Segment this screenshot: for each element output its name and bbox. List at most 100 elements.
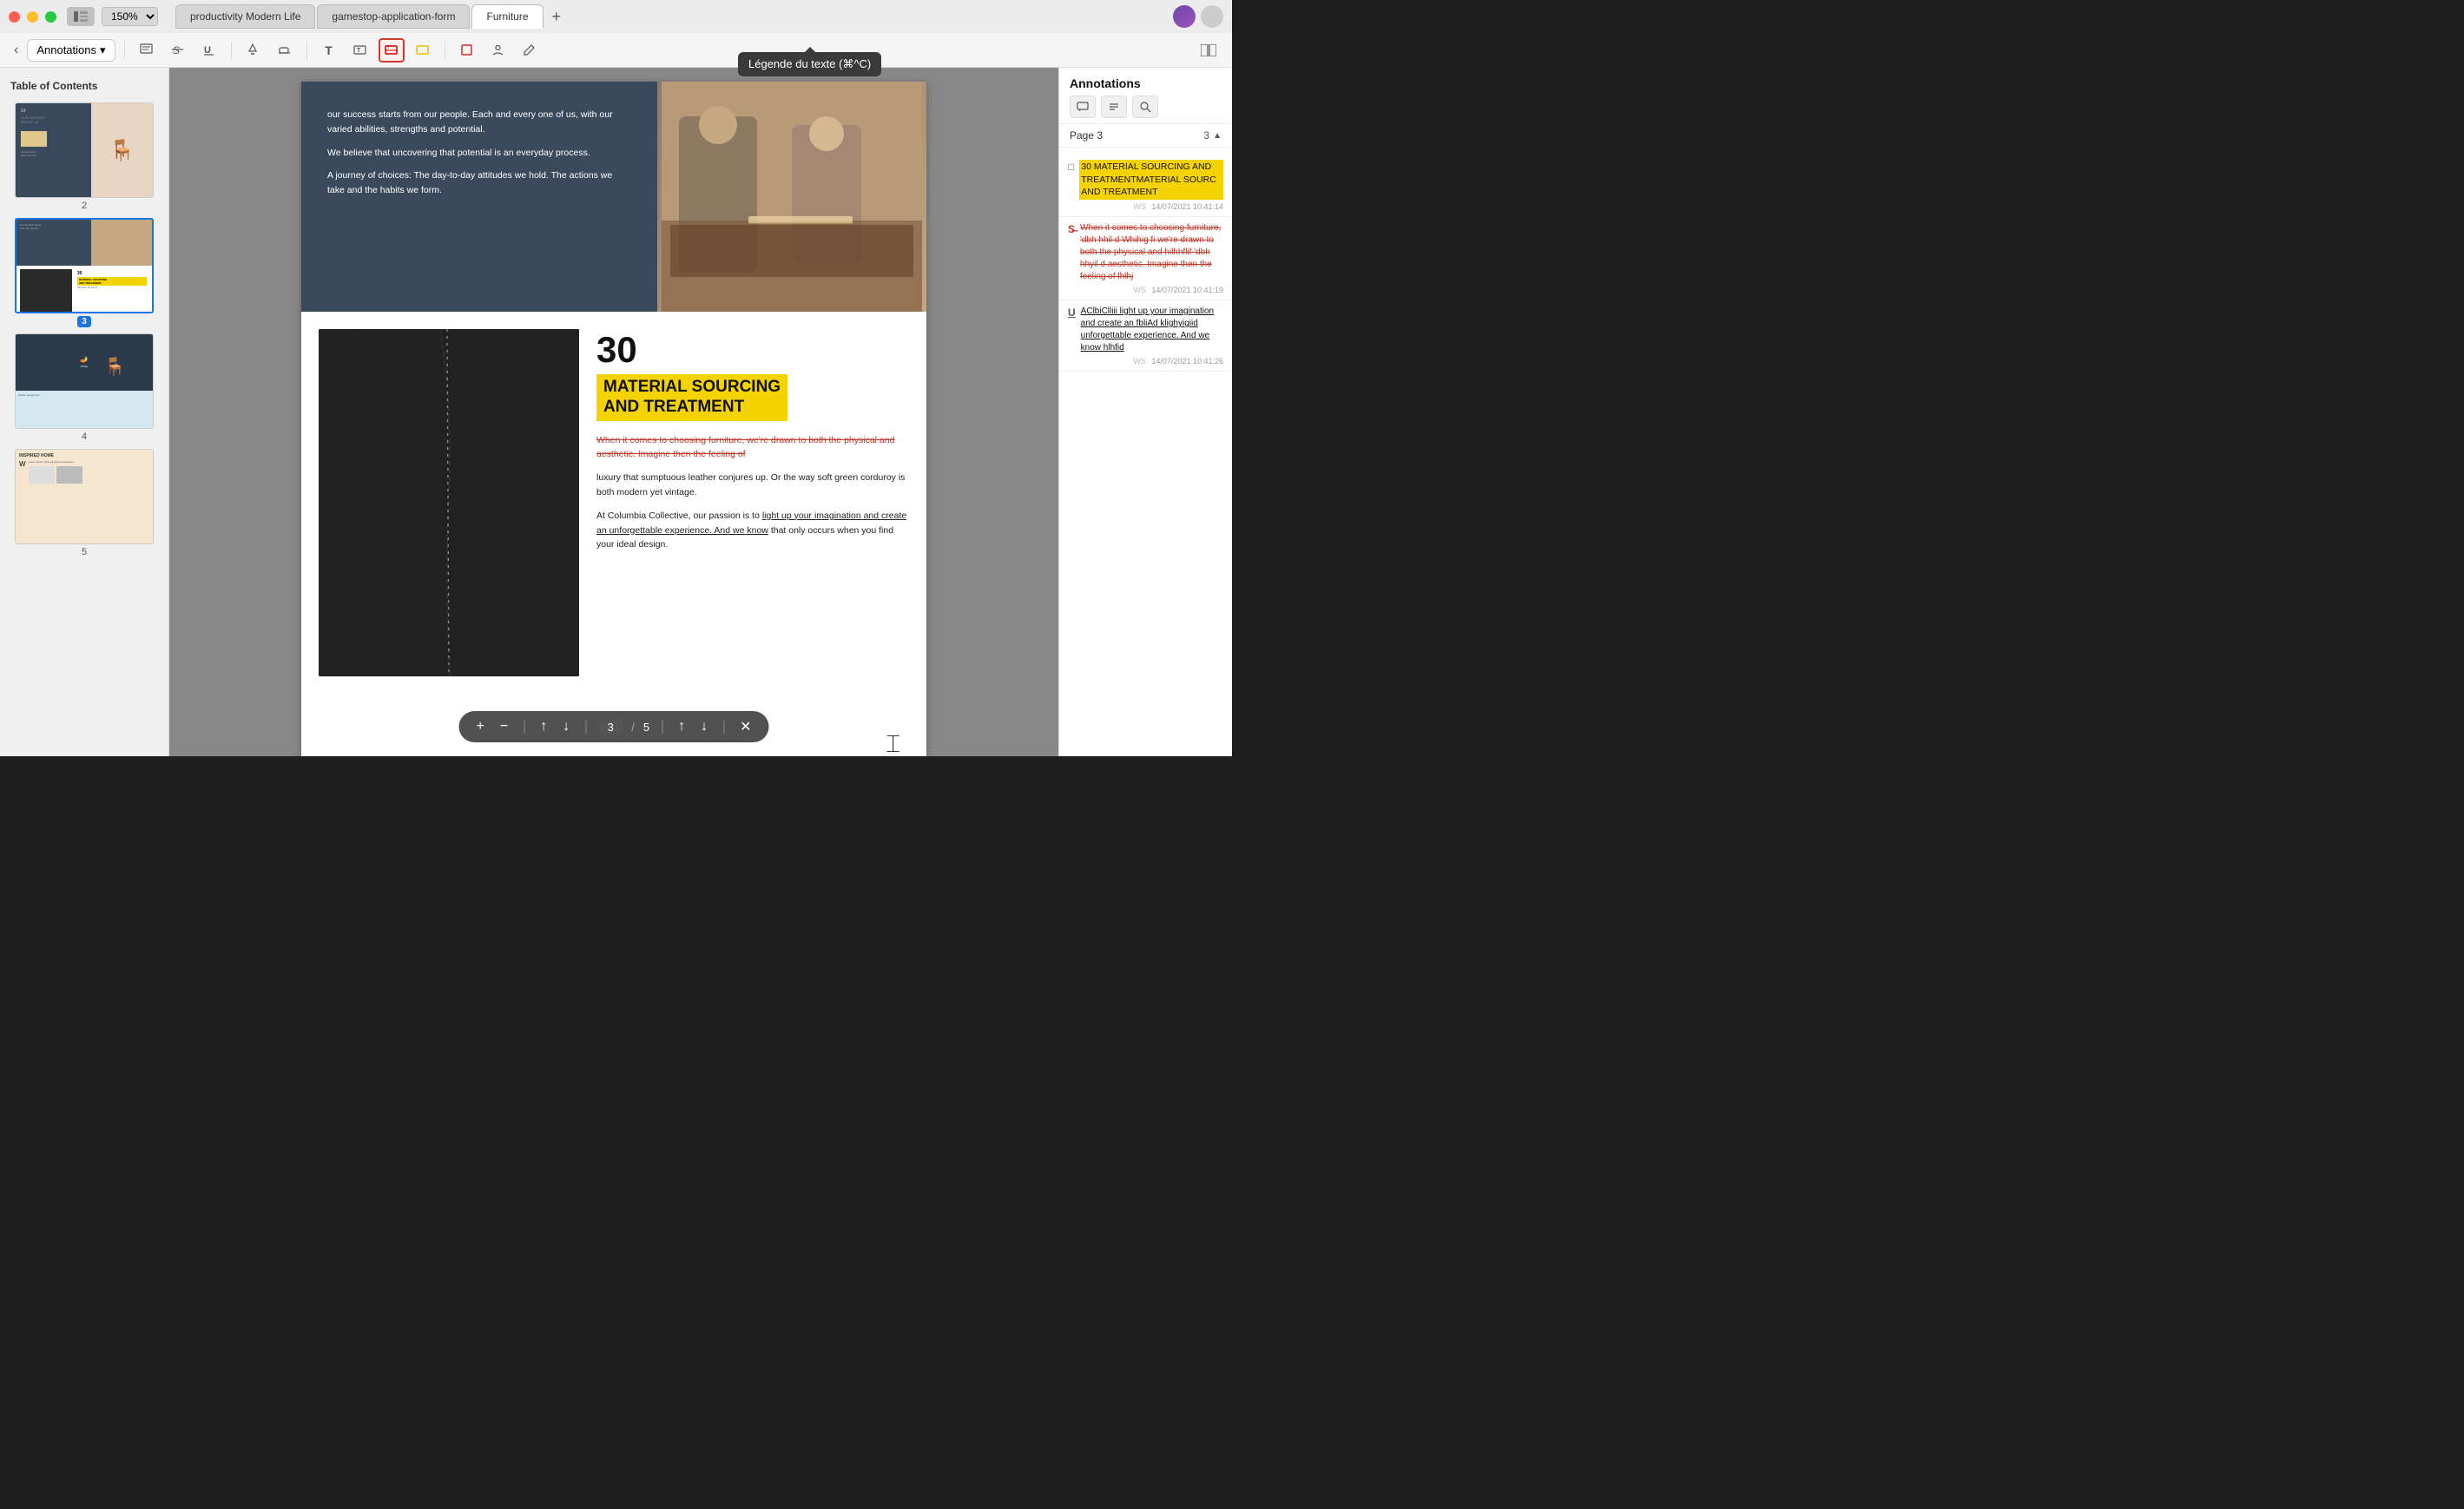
top-text-1: our success starts from our people. Each…: [327, 108, 631, 137]
page-number-display: 30: [596, 329, 909, 371]
annotation-item-1[interactable]: □ 30 MATERIAL SOURCING AND TREATMENTMATE…: [1059, 155, 1232, 217]
tab-productivity[interactable]: productivity Modern Life: [175, 4, 315, 29]
caption-button[interactable]: T: [379, 38, 405, 63]
toolbar: ‹ Annotations ▾ S U T T T: [0, 33, 1232, 68]
page-input[interactable]: [598, 720, 623, 735]
svg-text:S: S: [173, 44, 180, 56]
pen-button[interactable]: [517, 38, 543, 63]
annotations-toolbar: [1070, 96, 1222, 118]
sticky-note-button[interactable]: [134, 38, 160, 63]
sidebar-item-page2[interactable]: 24 OUR HISTORYABOUT US Lorem ipsumdolor …: [0, 99, 168, 214]
person-button[interactable]: [485, 38, 511, 63]
annotation-item-3[interactable]: U AClbiClliii light up your imagination …: [1059, 300, 1232, 372]
sidebar-title: Table of Contents: [0, 75, 168, 99]
tab-gamestop[interactable]: gamestop-application-form: [317, 4, 470, 29]
sidebar: Table of Contents 24 OUR HISTORYABOUT US…: [0, 68, 169, 756]
close-nav-button[interactable]: ✕: [736, 716, 754, 737]
tooltip: Légende du texte (⌘^C): [738, 52, 881, 76]
titlebar: 150% 100% 200% productivity Modern Life …: [0, 0, 1232, 33]
nav-divider-2: [585, 720, 586, 734]
highlight-button[interactable]: [240, 38, 267, 63]
page5-number: 5: [82, 547, 87, 557]
ann-meta-2: WS 14/07/2021 10:41:19: [1068, 286, 1223, 294]
page-body: When it comes to choosing furniture, we'…: [596, 433, 909, 553]
tab-bar: productivity Modern Life gamestop-applic…: [175, 4, 1173, 29]
page3-badge: 3: [77, 316, 91, 326]
nav-separator: /: [631, 721, 635, 734]
svg-text:T: T: [357, 48, 361, 54]
sidebar-toggle-button[interactable]: [67, 7, 95, 26]
annotations-panel: Annotations Page 3 3 ▲: [1058, 68, 1232, 756]
separator-1: [124, 41, 125, 60]
ann-comment-button[interactable]: [1070, 96, 1096, 118]
underline-icon-3: U: [1068, 306, 1076, 319]
ann-search-button[interactable]: [1132, 96, 1158, 118]
cursor-symbol: ⌶: [886, 730, 900, 756]
page-top-left-text: our success starts from our people. Each…: [301, 82, 657, 312]
body-text-1: luxury that sumptuous leather conjures u…: [596, 471, 909, 500]
sidebar-item-page3[interactable]: our success startsfrom our people 30 MAT…: [0, 214, 168, 330]
ann-text-2: When it comes to choosing furniture, 'db…: [1080, 222, 1223, 283]
content-area: our success starts from our people. Each…: [169, 68, 1058, 756]
thumb-page2: 24 OUR HISTORYABOUT US Lorem ipsumdolor …: [15, 102, 154, 198]
page-heading: MATERIAL SOURCING AND TREATMENT: [596, 374, 787, 421]
prev-page-button[interactable]: ↑: [675, 717, 688, 736]
ann-meta-3: WS 14/07/2021 10:41:26: [1068, 357, 1223, 366]
annotations-label: Annotations: [36, 43, 96, 56]
annotations-header: Annotations: [1059, 68, 1232, 124]
minimize-button[interactable]: [27, 11, 38, 23]
tab-furniture[interactable]: Furniture: [471, 4, 543, 29]
page-view: our success starts from our people. Each…: [301, 82, 926, 756]
body-text-2: At Columbia Collective, our passion is t…: [596, 509, 909, 552]
back-button[interactable]: ‹: [10, 39, 22, 62]
zoom-out-button[interactable]: −: [497, 717, 511, 736]
annotations-page-label: Page 3: [1070, 129, 1103, 142]
avatar-secondary[interactable]: [1201, 5, 1223, 28]
close-button[interactable]: [9, 11, 20, 23]
ann-text-1: 30 MATERIAL SOURCING AND TREATMENTMATERI…: [1079, 160, 1223, 200]
page-top-section: our success starts from our people. Each…: [301, 82, 926, 312]
svg-text:T: T: [387, 45, 390, 50]
dropdown-arrow-icon: ▾: [100, 43, 106, 57]
people-photo: [657, 82, 926, 312]
top-text-3: A journey of choices: The day-to-day att…: [327, 168, 631, 198]
strikethrough-button[interactable]: S: [165, 38, 191, 63]
annotation-item-2[interactable]: S̶ When it comes to choosing furniture, …: [1059, 217, 1232, 300]
page-navigation: + − ↑ ↓ / 5 ↑ ↓ ✕: [459, 711, 769, 742]
text-button[interactable]: T: [316, 38, 342, 63]
maximize-button[interactable]: [45, 11, 56, 23]
split-view-button[interactable]: [1196, 38, 1222, 63]
sidebar-item-page5[interactable]: INSPIRED HOME W Lorem ipsum dolor sit am…: [0, 445, 168, 561]
page2-number: 2: [82, 201, 87, 211]
zoom-select[interactable]: 150% 100% 200%: [102, 7, 158, 26]
text-box-button[interactable]: T: [347, 38, 373, 63]
color-button[interactable]: [410, 38, 436, 63]
highlight-icon-1: □: [1068, 161, 1074, 173]
scroll-up-button[interactable]: ↑: [537, 717, 550, 736]
ann-list-button[interactable]: [1101, 96, 1127, 118]
erase-button[interactable]: [272, 38, 298, 63]
annotations-dropdown[interactable]: Annotations ▾: [27, 39, 115, 62]
nav-divider-4: [723, 720, 724, 734]
add-tab-button[interactable]: +: [545, 4, 569, 29]
annotations-count: 3 ▲: [1203, 129, 1222, 142]
leather-image: [319, 329, 579, 676]
page4-number: 4: [82, 432, 87, 442]
text-icon: T: [325, 43, 333, 57]
underline-button[interactable]: U: [196, 38, 222, 63]
main-layout: Table of Contents 24 OUR HISTORYABOUT US…: [0, 68, 1232, 756]
scroll-down-button[interactable]: ↓: [559, 717, 573, 736]
separator-2: [231, 41, 232, 60]
page-bottom-section: 30 MATERIAL SOURCING AND TREATMENT When …: [301, 312, 926, 694]
sidebar-item-page4[interactable]: 🪔 lamp 🪑 interior design text 4: [0, 330, 168, 445]
separator-3: [306, 41, 307, 60]
toolbar-right: [1196, 38, 1222, 63]
thumb-page5: INSPIRED HOME W Lorem ipsum dolor sit am…: [15, 449, 154, 544]
chevron-up-icon[interactable]: ▲: [1213, 131, 1222, 141]
body-strikethrough: When it comes to choosing furniture, we'…: [596, 435, 894, 460]
border-button[interactable]: [454, 38, 480, 63]
top-text-2: We believe that uncovering that potentia…: [327, 146, 631, 161]
next-page-button[interactable]: ↓: [697, 717, 711, 736]
avatar-primary[interactable]: [1173, 5, 1196, 28]
zoom-in-button[interactable]: +: [473, 717, 488, 736]
